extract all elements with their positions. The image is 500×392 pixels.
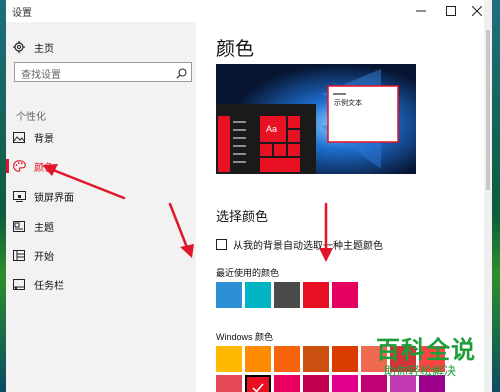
sidebar-item-start[interactable]: 开始 [6, 242, 196, 268]
sidebar-item-label: 开始 [34, 251, 54, 263]
choose-color-heading: 选择颜色 [216, 209, 269, 224]
close-icon [472, 6, 482, 16]
theme-icon [12, 219, 26, 233]
sidebar-item-colors[interactable]: 颜色 [6, 153, 196, 179]
search-input[interactable]: 查找设置 [14, 62, 192, 82]
minimize-icon [416, 10, 426, 12]
active-indicator [6, 159, 9, 173]
watermark: 百科全说 助你轻松解决 [372, 330, 500, 392]
sidebar: 主页 查找设置 个性化 背景 颜色 锁屏界面 主题 开始 任务栏 [6, 22, 196, 392]
palette-icon [12, 159, 26, 173]
sidebar-item-background[interactable]: 背景 [6, 124, 196, 150]
sidebar-item-label: 主题 [34, 222, 54, 234]
minimize-button[interactable] [406, 0, 436, 22]
color-swatch[interactable] [245, 282, 271, 308]
color-swatch[interactable] [332, 375, 358, 392]
color-swatch[interactable] [332, 346, 358, 372]
color-swatch[interactable] [245, 375, 271, 392]
title-bar: 设置 [6, 0, 492, 22]
color-swatch[interactable] [216, 375, 242, 392]
checkmark-icon [245, 375, 271, 392]
sidebar-item-themes[interactable]: 主题 [6, 213, 196, 239]
page-title: 颜色 [216, 39, 255, 60]
start-grid-icon [12, 248, 26, 262]
color-swatch[interactable] [274, 282, 300, 308]
sidebar-item-label: 背景 [34, 133, 54, 145]
sidebar-item-home[interactable]: 主页 [6, 34, 196, 60]
preview-sample-text: 示例文本 [334, 100, 362, 107]
scrollbar-thumb[interactable] [486, 30, 490, 190]
color-swatch[interactable] [303, 282, 329, 308]
sidebar-item-taskbar[interactable]: 任务栏 [6, 271, 196, 297]
sidebar-item-lock-screen[interactable]: 锁屏界面 [6, 183, 196, 209]
window-title: 设置 [12, 8, 32, 19]
sidebar-item-label: 任务栏 [34, 280, 64, 292]
auto-pick-row[interactable]: 从我的背景自动选取一种主题颜色 [216, 236, 383, 252]
color-preview: 示例文本 Aa [216, 64, 416, 174]
color-swatch[interactable] [216, 346, 242, 372]
gear-icon [12, 40, 26, 54]
color-swatch[interactable] [274, 375, 300, 392]
lock-screen-icon [12, 189, 26, 203]
sidebar-item-label: 锁屏界面 [34, 192, 74, 204]
search-placeholder: 查找设置 [21, 70, 61, 81]
search-icon [176, 66, 187, 84]
sidebar-item-label: 颜色 [34, 162, 54, 174]
color-swatch[interactable] [332, 282, 358, 308]
preview-tile-text: Aa [266, 124, 278, 134]
color-swatch[interactable] [274, 346, 300, 372]
recent-colors-label: 最近使用的颜色 [216, 268, 280, 278]
image-icon [12, 130, 26, 144]
color-swatch[interactable] [303, 375, 329, 392]
color-swatch[interactable] [245, 346, 271, 372]
recent-colors-row [216, 282, 361, 308]
preview-wallpaper [216, 64, 416, 174]
windows-colors-label: Windows 颜色 [216, 332, 274, 342]
taskbar-icon [12, 277, 26, 291]
color-swatch[interactable] [216, 282, 242, 308]
maximize-icon [446, 6, 456, 16]
auto-pick-label: 从我的背景自动选取一种主题颜色 [233, 240, 383, 252]
color-swatch[interactable] [303, 346, 329, 372]
section-label-personalization: 个性化 [16, 112, 46, 123]
watermark-subtitle: 助你轻松解决 [384, 364, 457, 378]
auto-pick-checkbox[interactable] [216, 238, 227, 250]
sidebar-home-label: 主页 [34, 43, 54, 55]
watermark-title: 百科全说 [376, 337, 476, 364]
